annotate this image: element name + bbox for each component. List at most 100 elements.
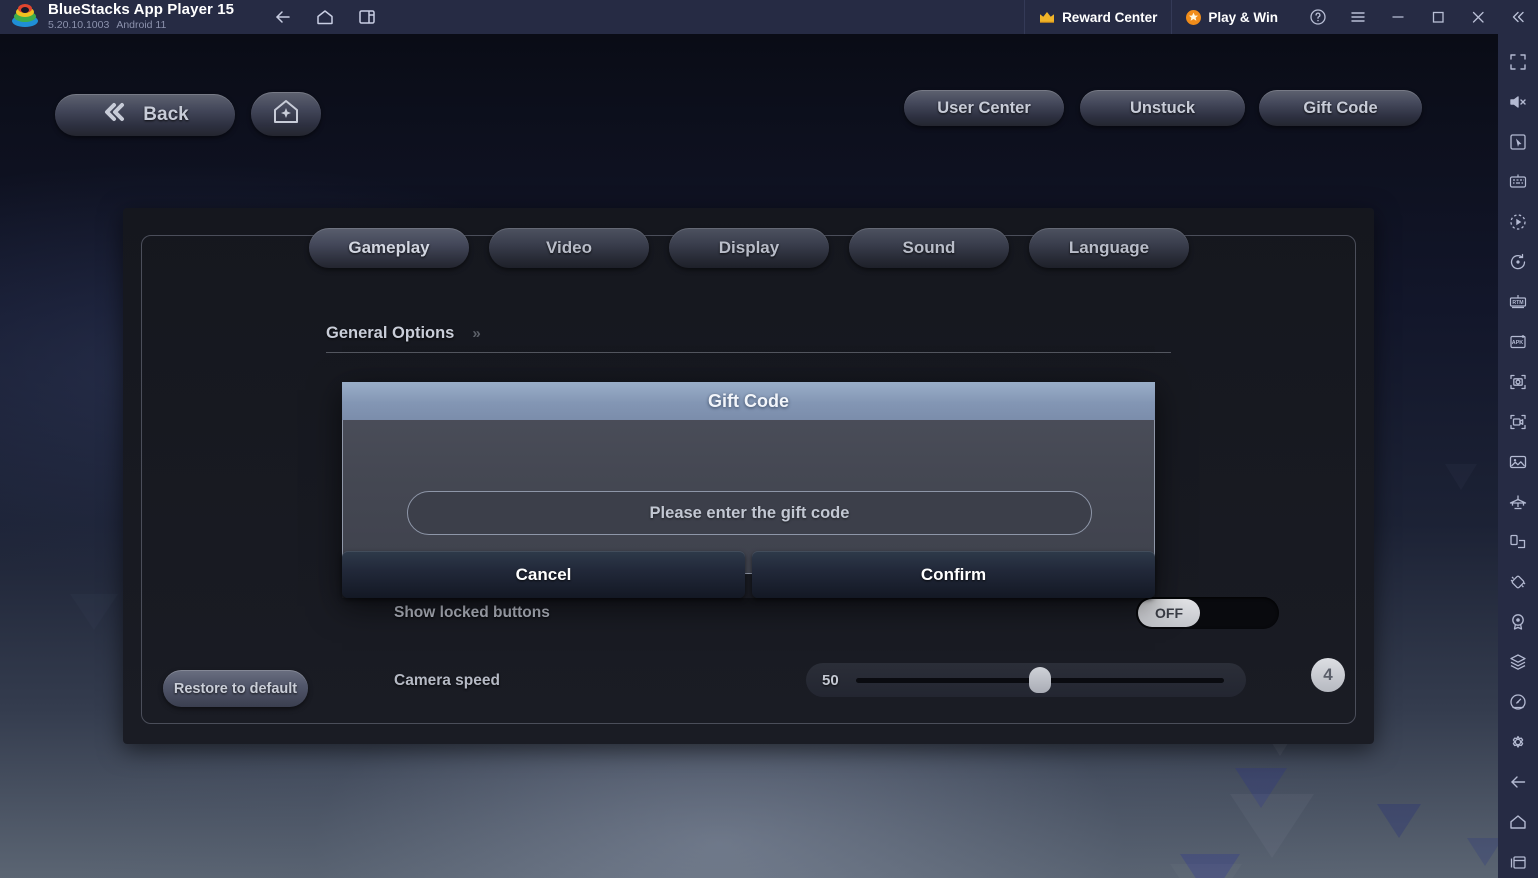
tab-language[interactable]: Language	[1029, 228, 1189, 268]
apk-install-icon[interactable]: APK	[1498, 322, 1538, 362]
section-header-general-options: General Options »	[326, 324, 1171, 353]
show-locked-buttons-toggle[interactable]: OFF	[1136, 597, 1279, 629]
home-icon[interactable]	[314, 6, 336, 28]
slider-track[interactable]	[856, 667, 1224, 693]
shake-icon[interactable]	[1498, 562, 1538, 602]
macro-icon[interactable]	[1498, 202, 1538, 242]
tab-sound-label: Sound	[902, 238, 956, 257]
cursor-icon[interactable]	[1498, 122, 1538, 162]
help-icon[interactable]	[1298, 0, 1338, 34]
crown-icon	[1039, 11, 1055, 23]
gift-code-dialog-title: Gift Code	[708, 390, 789, 411]
titlebar-nav-icons	[272, 6, 378, 28]
bluestacks-window: BlueStacks App Player 15 5.20.10.1003 And…	[0, 0, 1538, 878]
decor-triangle	[1445, 464, 1477, 490]
tab-gameplay[interactable]: Gameplay	[309, 228, 469, 268]
screen-record-icon[interactable]	[1498, 402, 1538, 442]
hamburger-menu-icon[interactable]	[1338, 0, 1378, 34]
reward-center-label: Reward Center	[1062, 9, 1158, 25]
maximize-icon[interactable]	[1418, 0, 1458, 34]
camera-speed-badge[interactable]: 4	[1311, 658, 1345, 692]
user-center-label: User Center	[937, 98, 1031, 117]
settings-row-camera-speed: Camera speed 50 4	[326, 658, 1345, 704]
decor-triangle	[1377, 804, 1421, 838]
rotate-icon[interactable]	[1498, 242, 1538, 282]
tab-language-label: Language	[1068, 238, 1150, 257]
gift-code-dialog-header: Gift Code	[342, 382, 1155, 420]
location-icon[interactable]	[1498, 602, 1538, 642]
bluestacks-sidebar: RTM APK	[1498, 34, 1538, 878]
media-manager-icon[interactable]	[1498, 442, 1538, 482]
play-and-win-button[interactable]: Play & Win	[1171, 0, 1292, 34]
bluestacks-logo-icon	[12, 4, 38, 30]
user-center-button[interactable]: User Center	[904, 90, 1064, 126]
recent-apps-icon[interactable]	[1498, 842, 1538, 878]
mute-icon[interactable]	[1498, 82, 1538, 122]
decor-triangle	[1170, 864, 1242, 878]
game-back-button[interactable]: Back	[55, 94, 235, 136]
tab-video[interactable]: Video	[489, 228, 649, 268]
restore-to-default-label: Restore to default	[173, 680, 298, 697]
unstuck-button[interactable]: Unstuck	[1080, 90, 1245, 126]
decor-triangle	[1230, 794, 1314, 858]
camera-speed-slider[interactable]: 50	[806, 663, 1246, 697]
svg-text:APK: APK	[1512, 340, 1523, 346]
toggle-knob: OFF	[1138, 599, 1200, 627]
reward-center-button[interactable]: Reward Center	[1024, 0, 1171, 34]
keymapping-icon[interactable]	[1498, 162, 1538, 202]
window-controls	[1292, 0, 1538, 34]
decor-triangle	[70, 594, 118, 630]
tab-display-label: Display	[718, 238, 780, 257]
tab-display[interactable]: Display	[669, 228, 829, 268]
double-chevron-left-icon	[101, 101, 129, 129]
back-arrow-icon[interactable]	[1498, 762, 1538, 802]
slider-knob[interactable]	[1029, 667, 1051, 693]
fullscreen-icon[interactable]	[1498, 42, 1538, 82]
version-text: 5.20.10.1003	[48, 19, 110, 31]
camera-speed-value: 50	[822, 671, 839, 689]
performance-icon[interactable]	[1498, 682, 1538, 722]
gift-code-label: Gift Code	[1303, 98, 1378, 117]
close-icon[interactable]	[1458, 0, 1498, 34]
back-icon[interactable]	[272, 6, 294, 28]
tab-sound[interactable]: Sound	[849, 228, 1009, 268]
gift-code-input[interactable]: Please enter the gift code	[407, 491, 1092, 535]
show-locked-buttons-label: Show locked buttons	[394, 604, 550, 621]
game-viewport: Back User Center Unstuck Gift Code Gener…	[0, 34, 1498, 878]
svg-text:RTM: RTM	[1512, 300, 1523, 306]
settings-gear-icon[interactable]	[1498, 722, 1538, 762]
section-title: General Options	[326, 324, 455, 342]
cancel-button-label: Cancel	[515, 564, 572, 584]
gift-code-dialog: Please enter the gift code Gift Code Can…	[342, 382, 1155, 598]
multi-instance-icon[interactable]	[356, 6, 378, 28]
unstuck-label: Unstuck	[1129, 98, 1196, 117]
cancel-button[interactable]: Cancel	[342, 551, 745, 598]
restore-to-default-button[interactable]: Restore to default	[163, 670, 308, 707]
chevron-right-double-icon: »	[472, 325, 480, 342]
layers-icon[interactable]	[1498, 642, 1538, 682]
decor-triangle	[1467, 838, 1498, 866]
home-sparkle-icon	[271, 98, 301, 131]
settings-tabbar: Gameplay Video Display Sound Language	[0, 228, 1498, 272]
gift-code-dialog-body: Please enter the gift code	[342, 402, 1155, 574]
home-outline-icon[interactable]	[1498, 802, 1538, 842]
game-home-button[interactable]	[251, 92, 321, 136]
eco-mode-icon[interactable]	[1498, 482, 1538, 522]
collapse-sidebar-icon[interactable]	[1498, 0, 1538, 34]
gift-code-input-placeholder: Please enter the gift code	[649, 503, 850, 522]
minimize-icon[interactable]	[1378, 0, 1418, 34]
rtm-icon[interactable]: RTM	[1498, 282, 1538, 322]
titlebar-text-group: BlueStacks App Player 15 5.20.10.1003 And…	[48, 2, 234, 32]
titlebar: BlueStacks App Player 15 5.20.10.1003 And…	[0, 0, 1538, 34]
tab-gameplay-label: Gameplay	[348, 238, 430, 257]
titlebar-right-group: Reward Center Play & Win	[1024, 0, 1538, 34]
gift-code-button[interactable]: Gift Code	[1259, 90, 1422, 126]
screenshot-icon[interactable]	[1498, 362, 1538, 402]
android-version-text: Android 11	[116, 19, 167, 31]
gift-code-dialog-actions: Cancel Confirm	[342, 551, 1155, 598]
app-version-line: 5.20.10.1003 Android 11	[48, 19, 234, 32]
confirm-button[interactable]: Confirm	[752, 551, 1155, 598]
camera-speed-label: Camera speed	[394, 672, 500, 689]
game-back-label: Back	[143, 104, 189, 125]
multi-instance-sync-icon[interactable]	[1498, 522, 1538, 562]
